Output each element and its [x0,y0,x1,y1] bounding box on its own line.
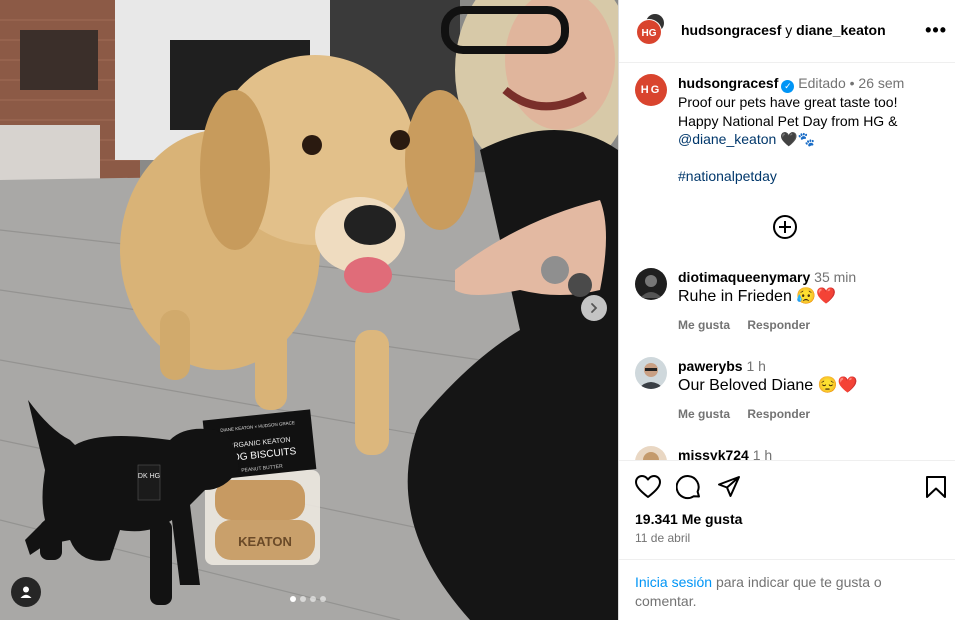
comment-item: diotimaqueenymary 35 min Ruhe in Frieden… [635,268,945,335]
caption-avatar-text: HG [640,84,662,96]
load-more-comments-button[interactable] [772,214,800,242]
comment-text: Our Beloved Diane [678,377,814,394]
next-image-button[interactable] [581,295,607,321]
paper-plane-icon [718,476,740,497]
caption-hashtag[interactable]: #nationalpetday [678,167,945,186]
comment-time: 1 h [746,358,766,374]
header-avatar[interactable]: HG [635,14,667,46]
comments-section: HG hudsongracesf ✓ Editado • 26 sem Proof… [619,62,955,460]
post-date: 11 de abril [635,531,691,545]
bookmark-icon [926,476,946,498]
comment-username[interactable]: missyk724 [678,447,749,460]
biscuit-label: KEATON [238,534,292,549]
post-media[interactable]: KEATON DIANE KEATON × HUDSON GRACE ORGAN… [0,0,618,620]
verified-badge-icon: ✓ [781,80,795,93]
header-avatar-text: HG [642,28,657,39]
caption-avatar[interactable]: HG [635,74,667,106]
comment-time: 35 min [814,269,857,285]
edited-label: Editado [798,75,846,91]
comment-emojis: 😥❤️ [796,288,837,305]
caption-line1: Proof our pets have great taste too! [678,94,898,110]
comment-time: 1 h [752,447,773,460]
heart-icon [635,475,661,498]
comment-username[interactable]: pawerybs [678,358,743,374]
user-avatar-icon [635,357,667,389]
comment-username[interactable]: diotimaqueenymary [678,269,810,285]
carousel-indicator [290,596,326,602]
caption-time[interactable]: 26 sem [858,75,904,91]
figurine-tag: DK HG [138,473,160,480]
likes-count[interactable]: 19.341 Me gusta [635,511,742,527]
carousel-dot [300,596,306,602]
footer-divider [619,559,955,560]
caption-line2: Happy National Pet Day from HG & [678,112,898,129]
more-options-icon[interactable]: ••• [925,20,947,41]
comment-avatar[interactable] [635,268,667,300]
post-actions: 19.341 Me gusta 11 de abril Inicia sesió… [619,460,955,609]
comment-avatar[interactable] [635,357,667,389]
profile-avatar-icon: HG [636,14,664,45]
comment-reply-button[interactable]: Responder [747,407,810,421]
caption-emojis: 🖤🐾 [780,131,816,147]
comment-avatar[interactable] [635,446,667,460]
header-authors: hudsongracesf y diane_keaton [681,22,886,38]
like-button[interactable] [635,475,661,504]
plus-circle-icon [773,215,797,239]
carousel-dot [320,596,326,602]
carousel-dot [310,596,316,602]
comment-emojis: 😔❤️ [817,377,858,394]
user-avatar-icon [635,446,667,460]
comment-reply-button[interactable]: Responder [747,318,810,332]
save-button[interactable] [925,475,947,504]
comment-like-button[interactable]: Me gusta [678,407,730,421]
coauthor-link[interactable]: diane_keaton [796,22,885,38]
user-avatar-icon [635,268,667,300]
post-header: HG hudsongracesf y diane_keaton ••• [619,0,955,63]
share-button[interactable] [717,475,741,504]
comment-bubble-icon [675,475,700,500]
comment-item: missyk724 1 h [635,446,945,460]
author-conjunction: y [785,22,793,38]
caption-username[interactable]: hudsongracesf [678,75,778,91]
tagged-users-button[interactable] [11,577,41,607]
meta-separator: • [849,75,855,91]
caption-mention[interactable]: @diane_keaton [678,131,776,147]
comment-item: pawerybs 1 h Our Beloved Diane 😔❤️ Me gu… [635,357,945,424]
user-icon [20,586,32,598]
comment-like-button[interactable]: Me gusta [678,318,730,332]
comment-text: Ruhe in Frieden [678,288,792,305]
login-link[interactable]: Inicia sesión [635,574,712,590]
author-link[interactable]: hudsongracesf [681,22,781,38]
login-prompt: Inicia sesión para indicar que te gusta … [635,573,935,611]
post-photo: KEATON DIANE KEATON × HUDSON GRACE ORGAN… [0,0,618,620]
post-side-panel: HG hudsongracesf y diane_keaton ••• HG h… [618,0,955,620]
post-caption: HG hudsongracesf ✓ Editado • 26 sem Proof… [635,74,945,186]
carousel-dot [290,596,296,602]
chevron-right-icon [591,303,598,313]
comment-button[interactable] [675,475,702,506]
